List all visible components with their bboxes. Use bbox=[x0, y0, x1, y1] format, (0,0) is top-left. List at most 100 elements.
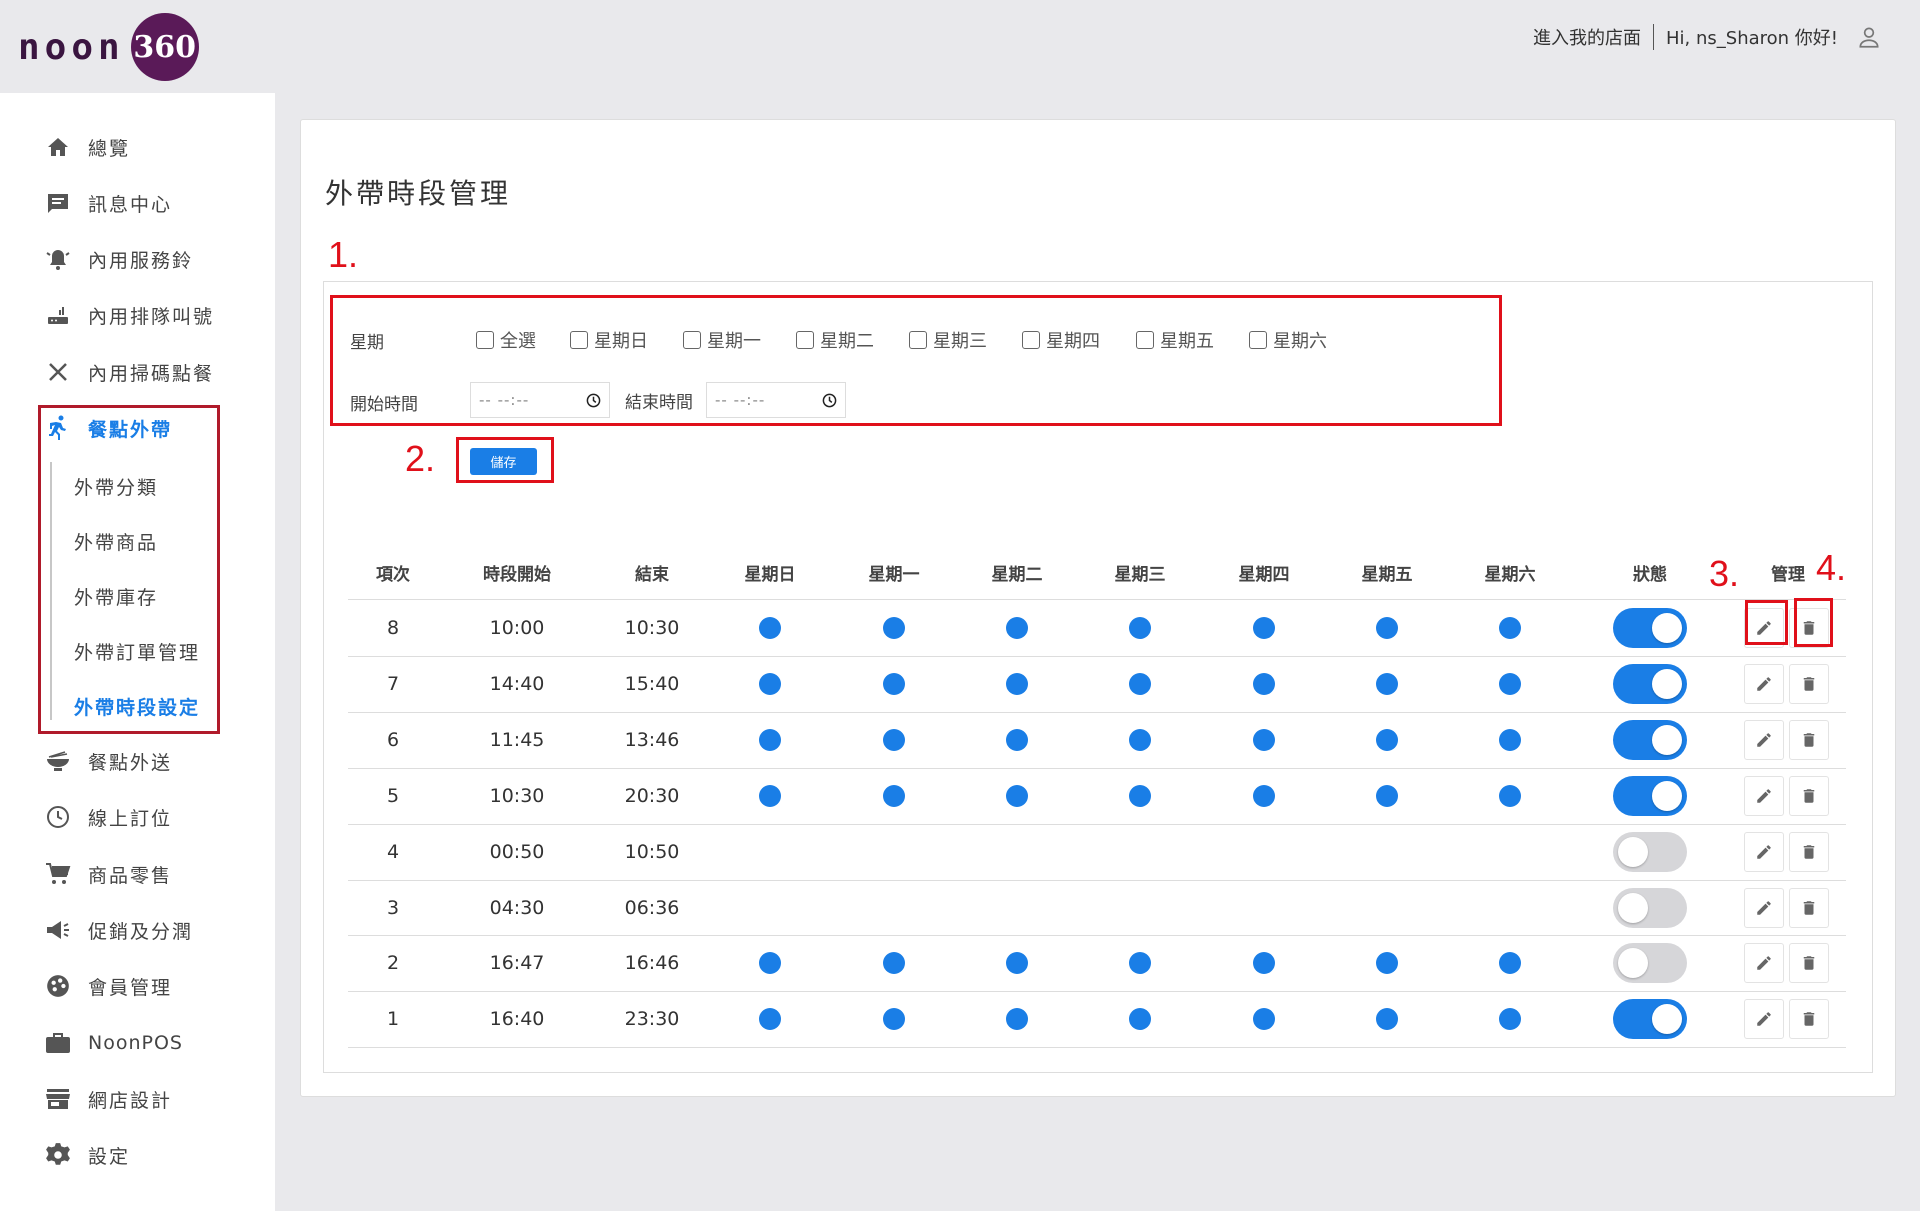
checkbox-box[interactable] bbox=[1249, 331, 1267, 349]
header-divider bbox=[348, 599, 1846, 600]
edit-button[interactable] bbox=[1744, 887, 1784, 928]
sidebar-item-queue[interactable]: 內用排隊叫號 bbox=[44, 297, 214, 333]
status-toggle[interactable] bbox=[1613, 663, 1687, 704]
delete-highlight bbox=[1794, 598, 1833, 647]
checkbox-box[interactable] bbox=[476, 331, 494, 349]
sidebar-item-delivery[interactable]: 餐點外送 bbox=[44, 743, 172, 779]
user-icon[interactable] bbox=[1856, 24, 1882, 50]
edit-button[interactable] bbox=[1744, 775, 1784, 816]
sidebar-item-store-design[interactable]: 網店設計 bbox=[44, 1081, 172, 1117]
clock-icon[interactable] bbox=[822, 393, 837, 408]
page-title: 外帶時段管理 bbox=[325, 177, 512, 210]
row-start-time: 16:47 bbox=[489, 952, 545, 975]
save-button[interactable]: 儲存 bbox=[470, 448, 537, 475]
checkbox-box[interactable] bbox=[796, 331, 814, 349]
delete-button[interactable] bbox=[1789, 775, 1829, 816]
status-toggle[interactable] bbox=[1613, 943, 1687, 984]
checkbox-box[interactable] bbox=[570, 331, 588, 349]
toggle-knob bbox=[1652, 780, 1682, 811]
checkbox-box[interactable] bbox=[1136, 331, 1154, 349]
weekday-label: 星期 bbox=[350, 333, 384, 353]
delete-button[interactable] bbox=[1789, 719, 1829, 760]
logo-text: noon bbox=[18, 26, 125, 68]
delete-button[interactable] bbox=[1789, 887, 1829, 928]
edit-button[interactable] bbox=[1744, 831, 1784, 872]
edit-button[interactable] bbox=[1744, 999, 1784, 1040]
day-active-dot bbox=[883, 952, 905, 975]
briefcase-icon bbox=[44, 1029, 72, 1057]
sidebar-item-overview[interactable]: 總覽 bbox=[44, 129, 130, 165]
status-toggle[interactable] bbox=[1613, 831, 1687, 872]
sidebar-item-reservation[interactable]: 線上訂位 bbox=[44, 799, 172, 835]
sidebar-item-settings[interactable]: 設定 bbox=[44, 1137, 130, 1173]
day-active-dot bbox=[1499, 784, 1521, 807]
row-start-time: 00:50 bbox=[489, 840, 545, 863]
checkbox-box[interactable] bbox=[683, 331, 701, 349]
row-end-time: 13:46 bbox=[624, 728, 680, 751]
row-start-time: 10:00 bbox=[489, 617, 545, 639]
pencil-icon bbox=[1757, 900, 1771, 915]
status-toggle[interactable] bbox=[1613, 608, 1687, 648]
annotation-3: 3. bbox=[1709, 553, 1740, 594]
checkbox-box[interactable] bbox=[1022, 331, 1040, 349]
delete-button[interactable] bbox=[1789, 831, 1829, 872]
delete-button[interactable] bbox=[1789, 943, 1829, 984]
pencil-icon bbox=[1757, 788, 1771, 803]
checkbox-monday[interactable]: 星期一 bbox=[683, 327, 761, 353]
sidebar-item-messages[interactable]: 訊息中心 bbox=[44, 185, 172, 221]
sidebar-item-service-bell[interactable]: 內用服務鈴 bbox=[44, 241, 193, 277]
end-time-input[interactable]: -- --:-- bbox=[706, 382, 846, 418]
sidebar-item-label: 網店設計 bbox=[88, 1089, 173, 1112]
col-header-status: 狀態 bbox=[1633, 565, 1667, 585]
checkbox-friday[interactable]: 星期五 bbox=[1136, 327, 1214, 353]
delete-button[interactable] bbox=[1789, 663, 1829, 704]
checkbox-saturday[interactable]: 星期六 bbox=[1249, 327, 1327, 353]
sidebar-item-promotion[interactable]: 促銷及分潤 bbox=[44, 912, 193, 948]
toggle-knob bbox=[1618, 836, 1648, 867]
checkbox-thursday[interactable]: 星期四 bbox=[1022, 327, 1100, 353]
status-toggle[interactable] bbox=[1613, 719, 1687, 760]
row-start-time: 11:45 bbox=[489, 728, 545, 751]
day-active-dot bbox=[1253, 784, 1275, 807]
day-active-dot bbox=[1499, 617, 1521, 639]
sidebar-item-qr-order[interactable]: 內用掃碼點餐 bbox=[44, 354, 214, 390]
sidebar-item-label: 內用排隊叫號 bbox=[88, 305, 215, 328]
utensils-icon bbox=[44, 358, 72, 386]
status-toggle[interactable] bbox=[1613, 999, 1687, 1040]
day-active-dot bbox=[1499, 1008, 1521, 1031]
status-toggle[interactable] bbox=[1613, 887, 1687, 928]
day-active-dot bbox=[1129, 1008, 1151, 1031]
clock-icon[interactable] bbox=[586, 393, 601, 408]
status-toggle[interactable] bbox=[1613, 775, 1687, 816]
edit-button[interactable] bbox=[1744, 663, 1784, 704]
sidebar-item-noonpos[interactable]: NoonPOS bbox=[44, 1025, 183, 1061]
toggle-knob bbox=[1618, 948, 1648, 979]
trash-icon bbox=[1803, 844, 1815, 859]
edit-highlight bbox=[1745, 600, 1788, 645]
col-header-id: 項次 bbox=[376, 565, 410, 585]
trash-icon bbox=[1803, 1012, 1815, 1027]
sidebar-item-label: NoonPOS bbox=[88, 1032, 183, 1054]
edit-button[interactable] bbox=[1744, 719, 1784, 760]
day-active-dot bbox=[1499, 728, 1521, 751]
noon360-logo[interactable]: noon 360 bbox=[18, 12, 199, 82]
top-right-menu: 進入我的店面 Hi, ns_Sharon 你好! bbox=[1533, 24, 1882, 50]
top-header: noon 360 進入我的店面 Hi, ns_Sharon 你好! bbox=[0, 0, 1920, 93]
day-active-dot bbox=[759, 1008, 781, 1031]
start-time-input[interactable]: -- --:-- bbox=[470, 382, 610, 418]
day-active-dot bbox=[759, 784, 781, 807]
enter-store-link[interactable]: 進入我的店面 bbox=[1533, 24, 1641, 50]
day-active-dot bbox=[1253, 617, 1275, 639]
edit-button[interactable] bbox=[1744, 943, 1784, 984]
row-divider bbox=[348, 768, 1846, 769]
checkbox-sunday[interactable]: 星期日 bbox=[570, 327, 648, 353]
delete-button[interactable] bbox=[1789, 999, 1829, 1040]
checkbox-wednesday[interactable]: 星期三 bbox=[909, 327, 987, 353]
checkbox-box[interactable] bbox=[909, 331, 927, 349]
sidebar-item-retail[interactable]: 商品零售 bbox=[44, 856, 172, 892]
row-id: 8 bbox=[386, 617, 400, 639]
day-active-dot bbox=[759, 617, 781, 639]
checkbox-select-all[interactable]: 全選 bbox=[476, 327, 536, 353]
checkbox-tuesday[interactable]: 星期二 bbox=[796, 327, 874, 353]
sidebar-item-members[interactable]: 會員管理 bbox=[44, 968, 172, 1004]
